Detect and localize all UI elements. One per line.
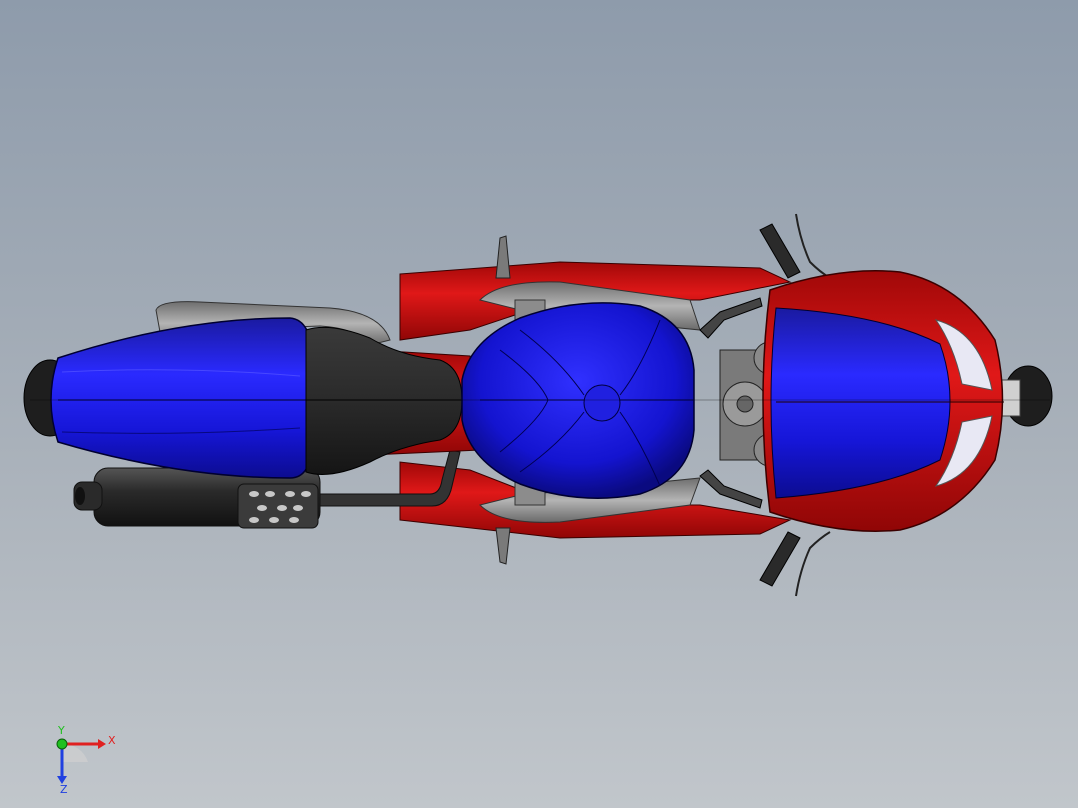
tail-section [50,317,313,479]
front-fairing [762,270,1004,532]
motorcycle-model[interactable] [0,0,1078,808]
x-axis-arrow-icon [98,739,106,749]
x-axis-label: X [108,734,116,747]
reference-triad: X Y Z [56,724,116,794]
fuel-tank [461,302,695,499]
y-axis-label: Y [57,724,65,737]
seat [305,326,463,475]
footpeg-bottom [495,527,511,565]
y-axis-dot-icon [56,738,68,750]
footpeg-top [495,235,511,279]
z-axis-label: Z [60,783,68,794]
graphics-viewport[interactable]: X Y Z [0,0,1078,808]
